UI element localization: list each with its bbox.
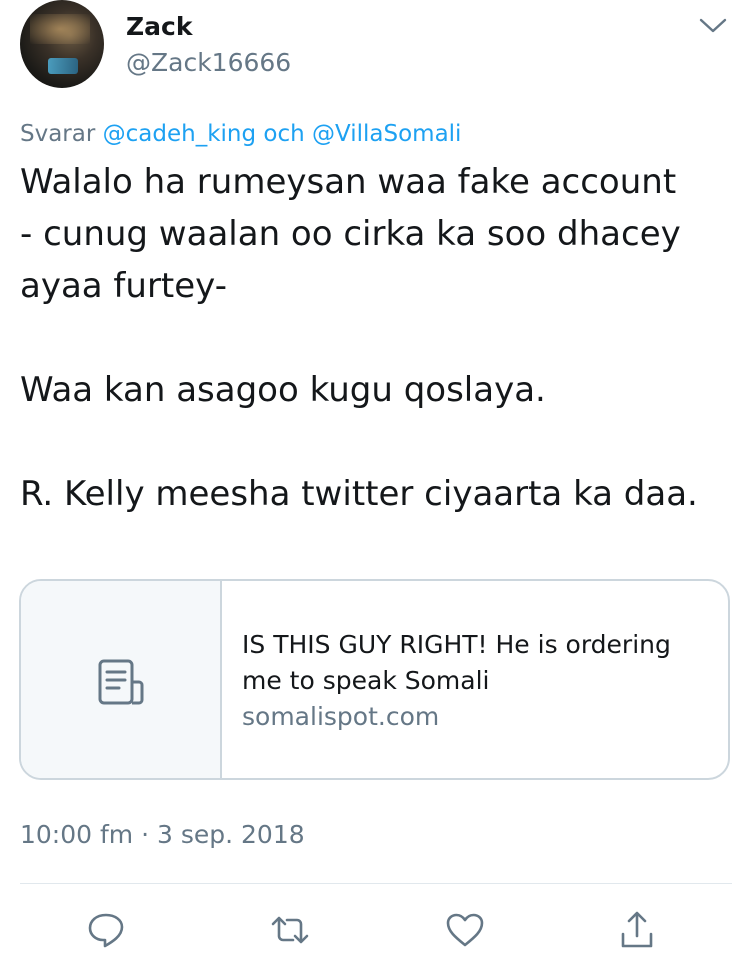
reply-prefix: Svarar (20, 121, 96, 147)
share-button[interactable] (615, 909, 659, 951)
tweet-text-line: R. Kelly meesha twitter ciyaarta ka daa. (20, 474, 698, 514)
link-preview-card[interactable]: IS THIS GUY RIGHT! He is ordering me to … (19, 579, 730, 780)
chevron-down-icon[interactable] (698, 14, 728, 36)
avatar[interactable] (20, 0, 104, 88)
card-domain: somalispot.com (242, 702, 440, 731)
tweet-text: Walalo ha rumeysan waa fake account - cu… (20, 156, 732, 520)
mention-link-cadeh-king[interactable]: @cadeh_king (103, 121, 256, 147)
user-handle[interactable]: @Zack16666 (126, 48, 291, 77)
card-title-line: IS THIS GUY RIGHT! He is ordering (242, 630, 671, 659)
divider (20, 883, 732, 884)
card-title-line: me to speak Somali (242, 666, 490, 695)
avatar-photo-detail (48, 58, 78, 74)
tweet-text-line: Walalo ha rumeysan waa fake account (20, 162, 677, 202)
retweet-button[interactable] (268, 909, 312, 951)
reply-context: Svarar @cadeh_king och @VillaSomali (20, 121, 461, 147)
card-thumbnail (21, 581, 222, 778)
card-body: IS THIS GUY RIGHT! He is ordering me to … (242, 627, 712, 735)
tweet-timestamp[interactable]: 10:00 fm · 3 sep. 2018 (20, 820, 305, 849)
avatar-photo-highlight (30, 14, 90, 44)
reply-icon (88, 913, 124, 948)
share-icon (621, 911, 653, 948)
like-button[interactable] (443, 909, 487, 951)
reply-conjunction: och (263, 121, 305, 147)
tweet-text-line: Waa kan asagoo kugu qoslaya. (20, 370, 546, 410)
tweet-text-line: ayaa furtey- (20, 266, 227, 306)
retweet-icon (271, 916, 309, 944)
like-icon (446, 913, 484, 947)
mention-link-villasomali[interactable]: @VillaSomali (312, 121, 461, 147)
display-name[interactable]: Zack (126, 12, 192, 41)
reply-button[interactable] (84, 909, 128, 951)
document-icon (98, 659, 144, 705)
tweet-text-line: - cunug waalan oo cirka ka soo dhacey (20, 214, 681, 254)
